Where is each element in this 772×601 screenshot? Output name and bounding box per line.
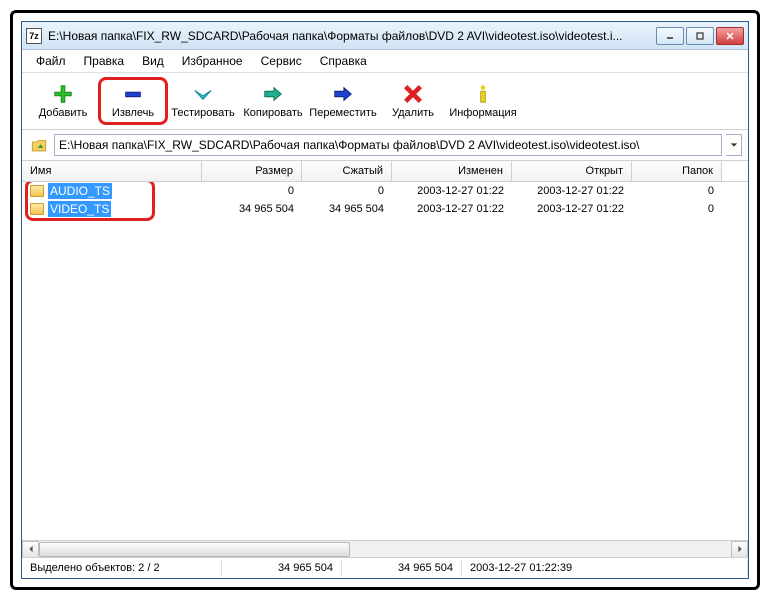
item-folders: 0 xyxy=(632,203,722,215)
extract-button[interactable]: Извлечь xyxy=(98,77,168,125)
item-modified: 2003-12-27 01:22 xyxy=(392,185,512,197)
screenshot-frame: 7z E:\Новая папка\FIX_RW_SDCARD\Рабочая … xyxy=(10,10,760,590)
status-size: 34 965 504 xyxy=(222,560,342,576)
main-window: 7z E:\Новая папка\FIX_RW_SDCARD\Рабочая … xyxy=(21,21,749,579)
scroll-left-button[interactable] xyxy=(22,541,39,558)
move-button[interactable]: Переместить xyxy=(308,77,378,125)
menubar: Файл Правка Вид Избранное Сервис Справка xyxy=(22,50,748,73)
maximize-button[interactable] xyxy=(686,27,714,45)
menu-file[interactable]: Файл xyxy=(28,52,74,70)
item-modified: 2003-12-27 01:22 xyxy=(392,203,512,215)
delete-label: Удалить xyxy=(392,107,434,119)
list-item[interactable]: VIDEO_TS 34 965 504 34 965 504 2003-12-2… xyxy=(22,200,748,218)
test-button[interactable]: Тестировать xyxy=(168,77,238,125)
info-label: Информация xyxy=(449,107,516,119)
delete-button[interactable]: Удалить xyxy=(378,77,448,125)
toolbar: Добавить Извлечь Тестировать Копировать … xyxy=(22,73,748,130)
header-size[interactable]: Размер xyxy=(202,161,302,181)
header-opened[interactable]: Открыт xyxy=(512,161,632,181)
item-opened: 2003-12-27 01:22 xyxy=(512,185,632,197)
extract-label: Извлечь xyxy=(112,107,154,119)
column-headers: Имя Размер Сжатый Изменен Открыт Папок xyxy=(22,161,748,182)
minimize-button[interactable] xyxy=(656,27,684,45)
list-item[interactable]: AUDIO_TS 0 0 2003-12-27 01:22 2003-12-27… xyxy=(22,182,748,200)
test-label: Тестировать xyxy=(171,107,235,119)
minus-icon xyxy=(122,83,144,105)
horizontal-scrollbar[interactable] xyxy=(22,540,748,557)
item-packed: 0 xyxy=(302,185,392,197)
folder-up-button[interactable] xyxy=(28,134,50,156)
window-title: E:\Новая папка\FIX_RW_SDCARD\Рабочая пап… xyxy=(48,29,656,43)
header-name[interactable]: Имя xyxy=(22,161,202,181)
menu-tools[interactable]: Сервис xyxy=(253,52,310,70)
copy-arrow-icon xyxy=(262,83,284,105)
item-size: 0 xyxy=(202,185,302,197)
scroll-track[interactable] xyxy=(39,541,731,558)
move-label: Переместить xyxy=(309,107,376,119)
scroll-thumb[interactable] xyxy=(39,542,350,557)
header-modified[interactable]: Изменен xyxy=(392,161,512,181)
folder-icon xyxy=(30,185,44,197)
status-selected: Выделено объектов: 2 / 2 xyxy=(22,560,222,576)
plus-icon xyxy=(52,83,74,105)
delete-x-icon xyxy=(402,83,424,105)
item-size: 34 965 504 xyxy=(202,203,302,215)
app-icon: 7z xyxy=(26,28,42,44)
move-arrow-icon xyxy=(332,83,354,105)
pathbar xyxy=(22,130,748,161)
info-icon xyxy=(472,83,494,105)
menu-view[interactable]: Вид xyxy=(134,52,172,70)
statusbar: Выделено объектов: 2 / 2 34 965 504 34 9… xyxy=(22,557,748,578)
check-icon xyxy=(192,83,214,105)
copy-button[interactable]: Копировать xyxy=(238,77,308,125)
item-name: VIDEO_TS xyxy=(48,201,111,217)
status-date: 2003-12-27 01:22:39 xyxy=(462,560,748,576)
item-name: AUDIO_TS xyxy=(48,183,112,199)
add-label: Добавить xyxy=(39,107,88,119)
scroll-right-button[interactable] xyxy=(731,541,748,558)
item-folders: 0 xyxy=(632,185,722,197)
folder-icon xyxy=(30,203,44,215)
path-input[interactable] xyxy=(54,134,722,156)
menu-edit[interactable]: Правка xyxy=(76,52,133,70)
close-button[interactable] xyxy=(716,27,744,45)
item-packed: 34 965 504 xyxy=(302,203,392,215)
add-button[interactable]: Добавить xyxy=(28,77,98,125)
titlebar: 7z E:\Новая папка\FIX_RW_SDCARD\Рабочая … xyxy=(22,22,748,50)
file-area: Имя Размер Сжатый Изменен Открыт Папок A… xyxy=(22,161,748,557)
menu-favorites[interactable]: Избранное xyxy=(174,52,251,70)
header-packed[interactable]: Сжатый xyxy=(302,161,392,181)
item-opened: 2003-12-27 01:22 xyxy=(512,203,632,215)
path-dropdown-button[interactable] xyxy=(726,134,742,156)
copy-label: Копировать xyxy=(243,107,302,119)
header-folders[interactable]: Папок xyxy=(632,161,722,181)
menu-help[interactable]: Справка xyxy=(312,52,375,70)
file-list[interactable]: AUDIO_TS 0 0 2003-12-27 01:22 2003-12-27… xyxy=(22,182,748,540)
status-size2: 34 965 504 xyxy=(342,560,462,576)
info-button[interactable]: Информация xyxy=(448,77,518,125)
